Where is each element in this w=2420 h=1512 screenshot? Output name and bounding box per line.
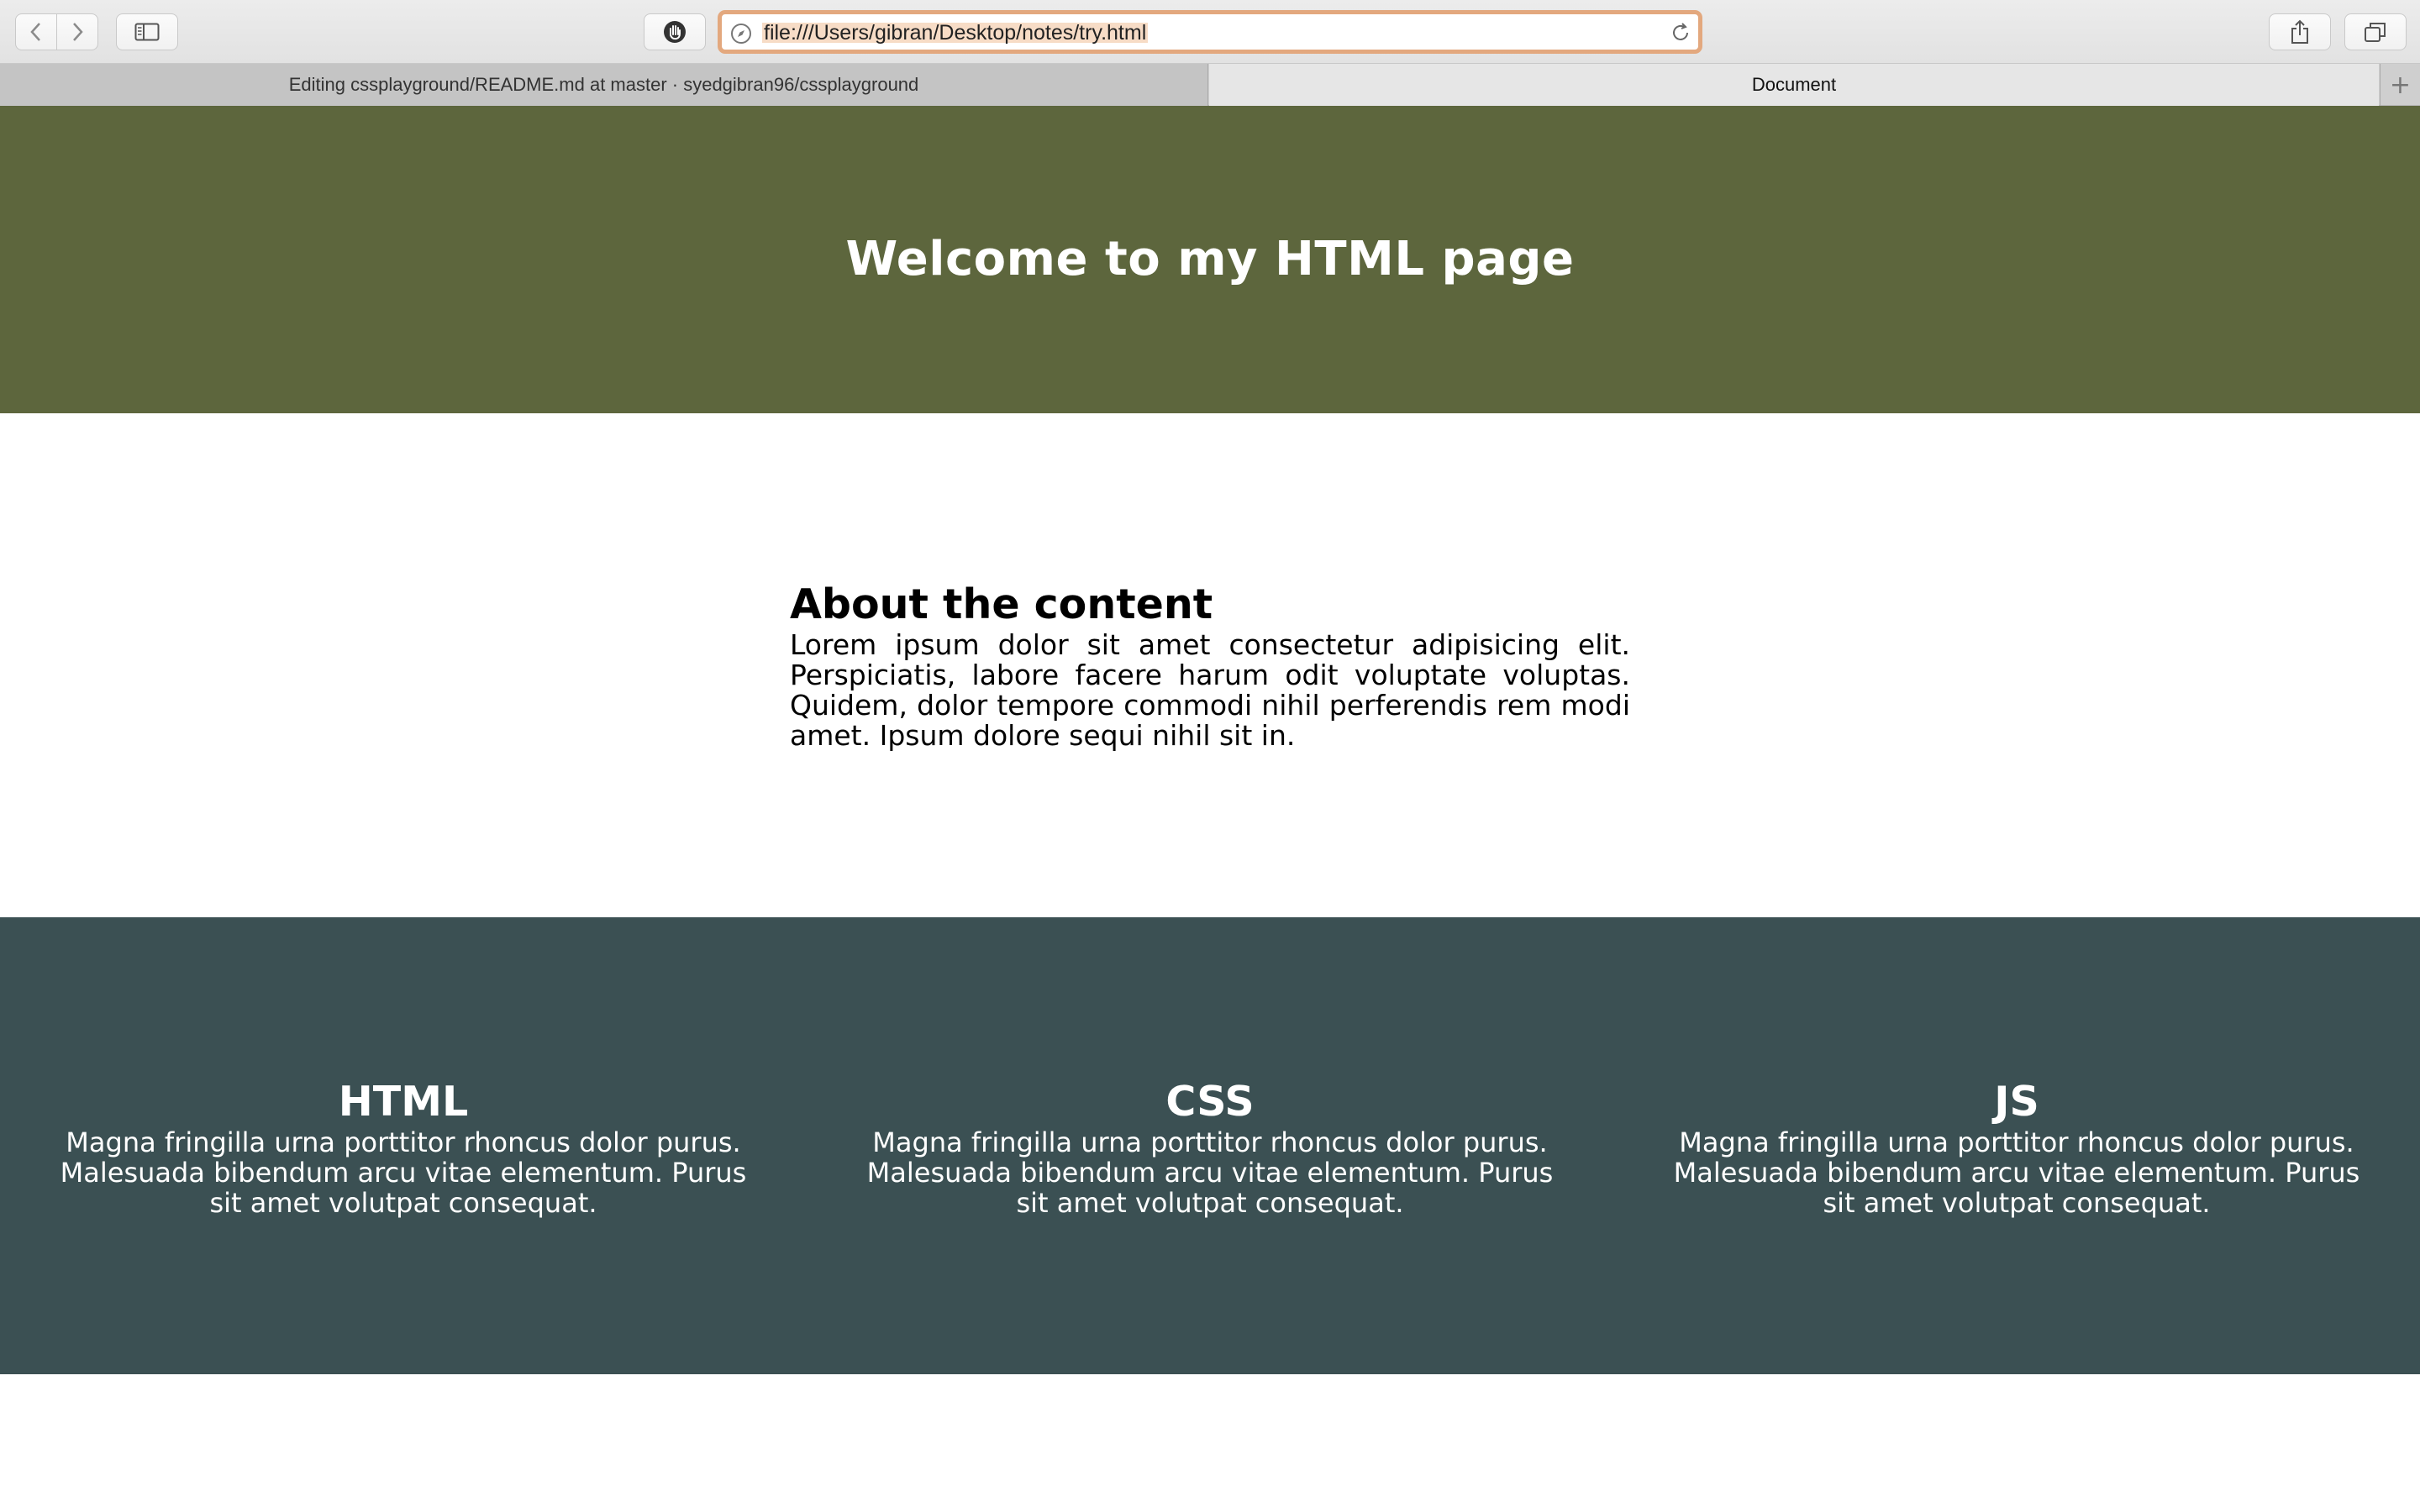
back-button[interactable] [15,13,57,50]
hand-icon [662,19,687,45]
feature-card-js: JS Magna fringilla urna porttitor rhoncu… [1647,1077,2386,1218]
feature-card-css: CSS Magna fringilla urna porttitor rhonc… [840,1077,1580,1218]
feature-body: Magna fringilla urna porttitor rhoncus d… [866,1126,1554,1219]
chevron-right-icon [70,22,85,42]
feature-body: Magna fringilla urna porttitor rhoncus d… [1673,1126,2360,1219]
plus-icon: + [2389,70,2412,100]
feature-title: HTML [338,1078,469,1126]
new-tab-button[interactable]: + [2380,64,2420,106]
about-body: Lorem ipsum dolor sit amet consectetur a… [790,628,1630,752]
hero-banner: Welcome to my HTML page [0,106,2420,413]
forward-button[interactable] [56,13,98,50]
features-section: HTML Magna fringilla urna porttitor rhon… [0,917,2420,1374]
compass-icon [730,23,752,48]
tab-document[interactable]: Document [1209,64,2379,106]
about-heading: About the content [790,580,1213,628]
share-icon [2290,19,2310,45]
sidebar-icon [134,23,160,41]
feature-title: CSS [1165,1078,1255,1126]
sidebar-toggle-button[interactable] [116,13,178,50]
feature-title: JS [1994,1078,2039,1126]
tab-readme-editor[interactable]: Editing cssplayground/README.md at maste… [0,64,1208,106]
privacy-report-button[interactable] [644,13,706,50]
browser-toolbar: file:///Users/gibran/Desktop/notes/try.h… [0,0,2420,64]
about-section: About the content Lorem ipsum dolor sit … [790,580,1630,751]
address-bar[interactable]: file:///Users/gibran/Desktop/notes/try.h… [718,10,1702,54]
reload-icon[interactable] [1670,22,1691,47]
tab-label: Editing cssplayground/README.md at maste… [288,74,919,95]
feature-body: Magna fringilla urna porttitor rhoncus d… [60,1126,747,1219]
tab-label: Document [1751,74,1837,95]
feature-card-html: HTML Magna fringilla urna porttitor rhon… [34,1077,773,1218]
share-button[interactable] [2269,13,2331,50]
tab-bar: Editing cssplayground/README.md at maste… [0,64,2420,106]
page-title: Welcome to my HTML page [845,231,1575,286]
url-text[interactable]: file:///Users/gibran/Desktop/notes/try.h… [762,23,1149,44]
tabs-overview-icon [2364,21,2387,43]
chevron-left-icon [29,22,44,42]
tabs-overview-button[interactable] [2344,13,2407,50]
